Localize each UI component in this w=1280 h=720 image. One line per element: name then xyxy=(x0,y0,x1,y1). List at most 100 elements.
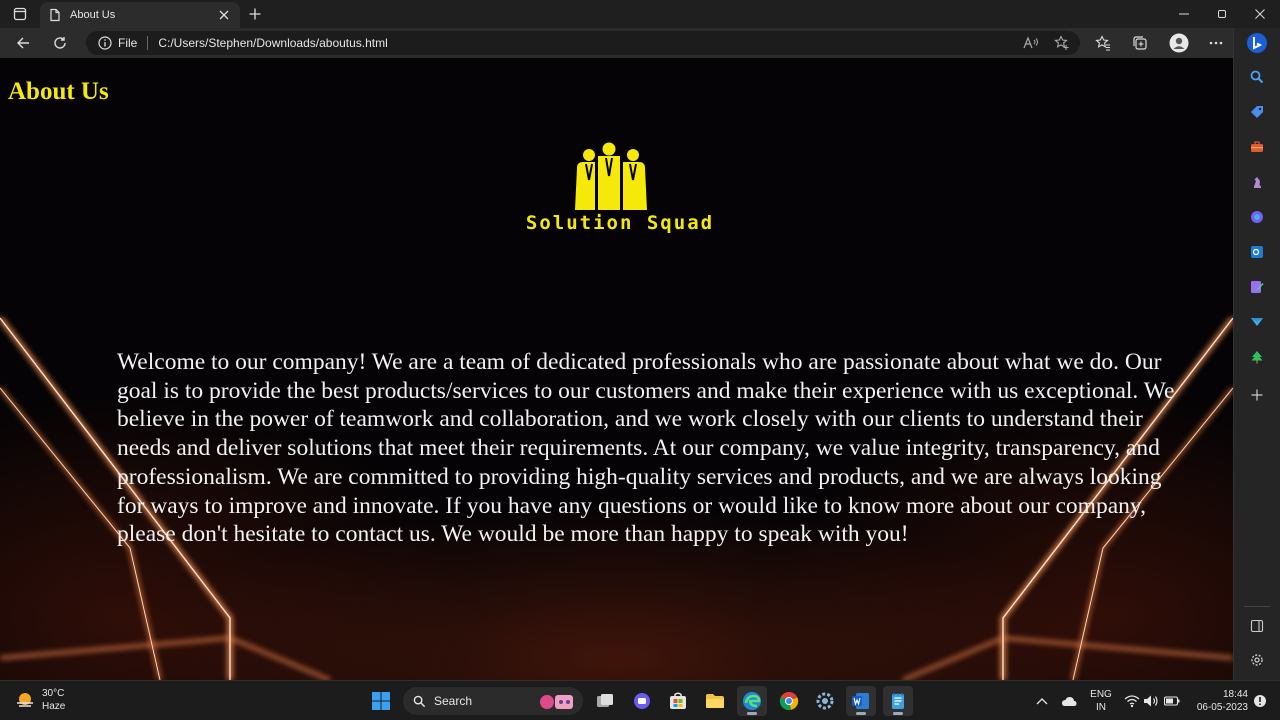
search-highlight-icon xyxy=(540,695,573,709)
url-text[interactable]: C:/Users/Stephen/Downloads/aboutus.html xyxy=(158,36,387,50)
wifi-icon xyxy=(1124,695,1140,708)
store-button[interactable] xyxy=(663,686,693,716)
notepad-icon xyxy=(892,693,904,709)
sidebar-panel-toggle-button[interactable] xyxy=(1246,615,1268,637)
bing-icon xyxy=(1247,33,1267,53)
tab-actions-icon xyxy=(13,7,27,21)
task-view-button[interactable] xyxy=(590,686,620,716)
sidebar-send-button[interactable] xyxy=(1246,311,1268,333)
word-button[interactable] xyxy=(846,686,876,716)
sidebar-add-button[interactable] xyxy=(1246,384,1268,406)
minimize-icon xyxy=(1179,13,1189,15)
word-icon xyxy=(852,693,869,709)
task-view-icon xyxy=(597,694,613,707)
profile-button[interactable] xyxy=(1167,32,1191,54)
clock-date: 06-05-2023 xyxy=(1196,702,1248,713)
favorites-icon xyxy=(1095,35,1110,51)
plus-icon xyxy=(249,8,261,20)
minimize-button[interactable] xyxy=(1165,0,1203,28)
battery-tray-button[interactable] xyxy=(1162,691,1182,711)
onedrive-tray-button[interactable] xyxy=(1059,691,1079,711)
panel-icon xyxy=(1250,619,1264,633)
arrow-left-icon xyxy=(17,37,29,49)
start-button[interactable] xyxy=(366,686,396,716)
favorites-button[interactable] xyxy=(1091,32,1115,54)
battery-icon xyxy=(1164,696,1180,706)
taskbar-clock[interactable]: 18:44 06-05-2023 xyxy=(1188,688,1248,714)
notification-info-icon xyxy=(1254,695,1266,707)
taskbar-search-box[interactable]: Search xyxy=(403,687,583,715)
wifi-tray-button[interactable] xyxy=(1122,691,1142,711)
info-icon[interactable] xyxy=(98,36,112,50)
teams-chat-button[interactable] xyxy=(627,686,657,716)
sidebar-tree-button[interactable] xyxy=(1246,346,1268,368)
search-icon xyxy=(413,695,426,707)
chrome-button[interactable] xyxy=(774,686,804,716)
refresh-button[interactable] xyxy=(47,31,73,55)
sidebar-search-button[interactable] xyxy=(1246,66,1268,88)
star-plus-icon xyxy=(1054,35,1069,50)
toolbox-icon xyxy=(1251,141,1263,152)
windows-logo-icon xyxy=(372,692,390,710)
edge-taskbar-button[interactable] xyxy=(737,686,767,716)
sun-haze-icon xyxy=(17,693,33,707)
cloud-icon xyxy=(1062,697,1077,706)
tab-close-button[interactable] xyxy=(216,7,232,23)
address-divider xyxy=(147,36,149,50)
collections-button[interactable] xyxy=(1128,32,1152,54)
tab-title: About Us xyxy=(70,9,116,21)
address-bar[interactable]: File C:/Users/Stephen/Downloads/aboutus.… xyxy=(86,31,1080,55)
notifications-button[interactable] xyxy=(1250,691,1270,711)
refresh-icon xyxy=(54,37,66,49)
chevron-up-icon xyxy=(1036,698,1048,705)
language-indicator[interactable]: ENG IN xyxy=(1088,688,1114,714)
bing-copilot-button[interactable] xyxy=(1246,32,1268,54)
url-scheme: File xyxy=(118,36,138,50)
settings-app-button[interactable] xyxy=(810,686,840,716)
browser-toolbar: File C:/Users/Stephen/Downloads/aboutus.… xyxy=(0,28,1280,58)
avatar-icon xyxy=(1169,33,1189,53)
maximize-button[interactable] xyxy=(1203,0,1241,28)
weather-widget[interactable]: 30°C Haze xyxy=(14,687,65,713)
outlook-icon xyxy=(1251,246,1263,258)
tab-about-us[interactable]: About Us xyxy=(40,2,240,28)
close-window-button[interactable] xyxy=(1241,0,1279,28)
read-aloud-button[interactable] xyxy=(1021,33,1041,53)
sidebar-settings-button[interactable] xyxy=(1246,649,1268,671)
shopping-tag-icon xyxy=(1251,106,1263,118)
logo-text: Solution Squad xyxy=(525,212,715,234)
chat-icon xyxy=(634,693,650,709)
close-icon xyxy=(219,10,229,20)
language-code: ENG xyxy=(1090,689,1112,700)
folder-icon xyxy=(706,694,724,708)
sidebar-shopping-button[interactable] xyxy=(1246,101,1268,123)
windows-taskbar: 30°C Haze Search ENG IN 18:44 06-05-2023 xyxy=(0,680,1280,720)
send-icon xyxy=(1251,318,1263,326)
tab-actions-button[interactable] xyxy=(8,4,32,24)
file-explorer-button[interactable] xyxy=(700,686,730,716)
sidebar-m365-button[interactable] xyxy=(1246,206,1268,228)
store-icon xyxy=(670,692,686,709)
volume-tray-button[interactable] xyxy=(1141,691,1161,711)
chrome-icon xyxy=(779,692,799,711)
region-code: IN xyxy=(1096,702,1106,713)
plus-icon xyxy=(1251,389,1263,401)
page-viewport: About Us Solution Squad Welcome to our c… xyxy=(0,58,1233,680)
screen: About Us File C:/Users/Stephen/Downloads… xyxy=(0,0,1280,720)
speaker-icon xyxy=(1144,695,1158,707)
sidebar-divider xyxy=(1244,606,1270,607)
sidebar-tools-button[interactable] xyxy=(1246,136,1268,158)
back-button[interactable] xyxy=(10,31,36,55)
page-title: About Us xyxy=(8,78,109,105)
sidebar-games-button[interactable] xyxy=(1246,171,1268,193)
collections-icon xyxy=(1133,36,1147,50)
sidebar-designer-button[interactable] xyxy=(1246,276,1268,298)
new-tab-button[interactable] xyxy=(244,4,266,24)
tray-overflow-button[interactable] xyxy=(1032,691,1052,711)
sidebar-outlook-button[interactable] xyxy=(1246,241,1268,263)
notepad-button[interactable] xyxy=(883,686,913,716)
add-favorite-button[interactable] xyxy=(1052,33,1072,53)
settings-menu-button[interactable] xyxy=(1204,32,1228,54)
more-horizontal-icon xyxy=(1209,41,1223,45)
company-logo: Solution Squad xyxy=(505,142,735,242)
